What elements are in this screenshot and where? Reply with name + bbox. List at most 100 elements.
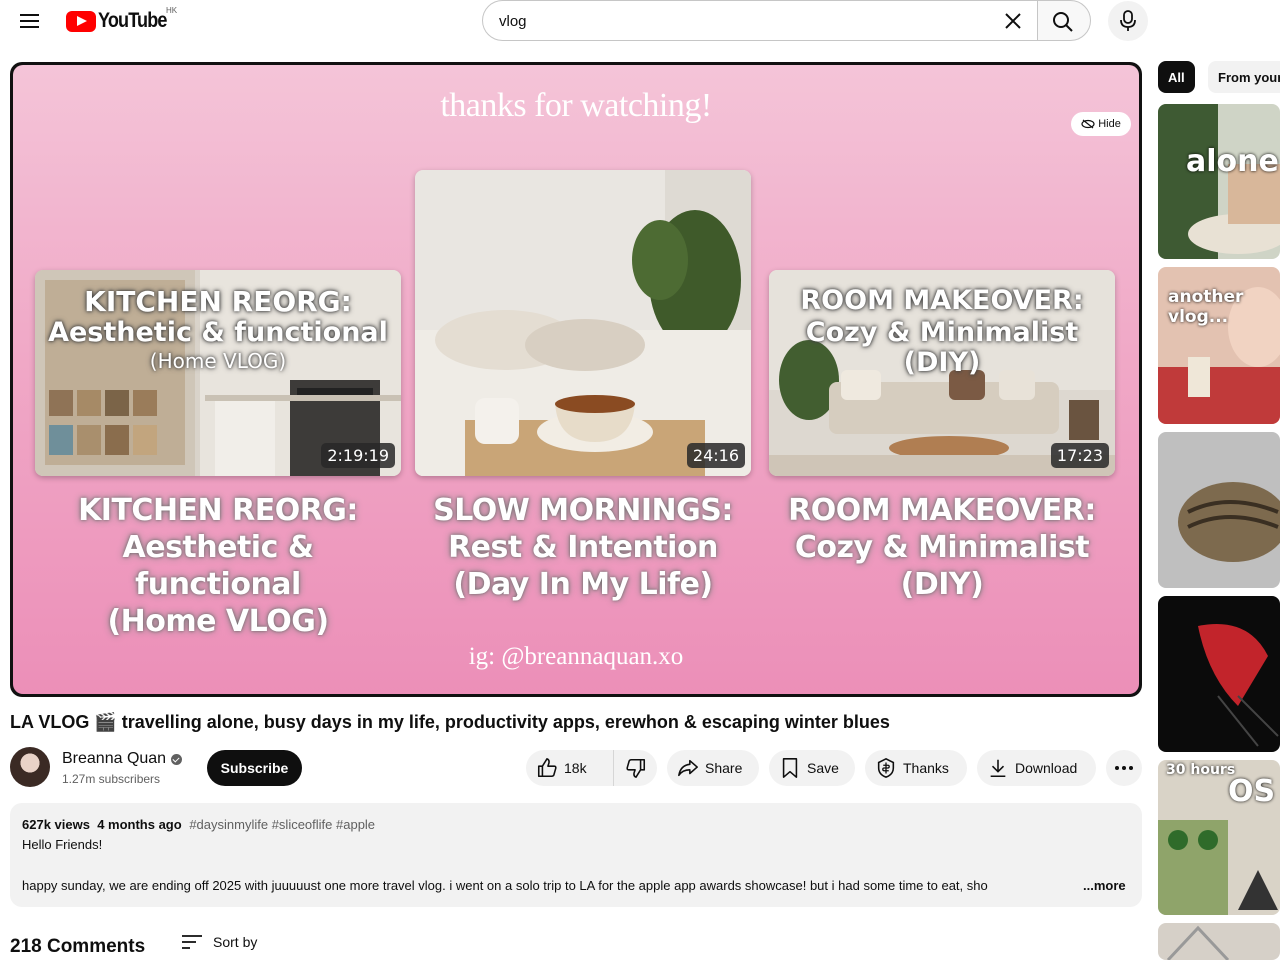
video-title: LA VLOG 🎬 travelling alone, busy days in…	[10, 712, 890, 732]
description-line-2: happy sunday, we are ending off 2025 wit…	[22, 878, 988, 893]
top-bar: YouTube HK	[0, 0, 1280, 42]
caption-line-2: Rest & Intention	[448, 530, 718, 565]
eye-off-icon	[1081, 119, 1095, 129]
thanks-button[interactable]: Thanks	[865, 750, 967, 786]
like-count: 18k	[564, 760, 587, 776]
sort-by-label: Sort by	[213, 934, 258, 950]
rec-thumbnail	[1158, 596, 1280, 752]
rec-thumbnail	[1158, 923, 1280, 960]
thumb-text-line-1: ROOM MAKEOVER:	[800, 285, 1084, 316]
caption-line-2: Cozy & Minimalist	[794, 530, 1090, 565]
download-icon	[990, 759, 1006, 778]
share-button[interactable]: Share	[667, 750, 759, 786]
thumb-text-line-2: Aesthetic & functional	[48, 317, 388, 348]
thumb-text-line-3: (Home VLOG)	[149, 349, 287, 373]
bookmark-icon	[782, 758, 798, 778]
avatar[interactable]	[10, 747, 50, 787]
rec-overlay-text: 30 hours	[1166, 762, 1236, 778]
end-screen: thanks for watching! Hide KITCHEN REORG:…	[13, 65, 1139, 694]
end-card-room-makeover[interactable]: ROOM MAKEOVER: Cozy & Minimalist (DIY) 1…	[769, 270, 1115, 605]
thanks-label: Thanks	[903, 760, 949, 776]
card-thumbnail: ROOM MAKEOVER: Cozy & Minimalist (DIY) 1…	[769, 270, 1115, 476]
thumb-text-line-2: Cozy & Minimalist (DIY)	[805, 317, 1079, 379]
channel-name[interactable]: Breanna Quan	[62, 750, 166, 768]
end-card-kitchen[interactable]: KITCHEN REORG: Aesthetic & functional (H…	[35, 270, 401, 639]
recommended-video-1[interactable]: alone	[1158, 104, 1280, 259]
recommended-video-3[interactable]	[1158, 432, 1280, 588]
voice-search-button[interactable]	[1108, 1, 1148, 41]
hide-end-screen-button[interactable]: Hide	[1071, 112, 1131, 136]
search-box	[482, 0, 1039, 41]
filter-chips: All From your search	[1158, 61, 1280, 93]
download-button[interactable]: Download	[977, 750, 1096, 786]
save-button[interactable]: Save	[769, 750, 855, 786]
search-button[interactable]	[1037, 0, 1091, 41]
card-caption: ROOM MAKEOVER: Cozy & Minimalist (DIY)	[769, 492, 1115, 603]
thumb-text-line-1: KITCHEN REORG:	[84, 285, 352, 318]
like-button[interactable]: 18k	[526, 750, 614, 786]
channel-link[interactable]: Breanna Quan	[62, 750, 183, 768]
download-label: Download	[1015, 760, 1078, 776]
rec-overlay-text-2: OS	[1228, 774, 1276, 809]
youtube-logo[interactable]: YouTube	[66, 9, 178, 33]
hamburger-menu-icon[interactable]	[16, 8, 44, 34]
hide-label: Hide	[1098, 118, 1121, 130]
caption-line-1: ROOM MAKEOVER:	[788, 493, 1096, 528]
end-screen-title: thanks for watching!	[440, 87, 712, 124]
logo-text: YouTube	[98, 9, 167, 32]
rec-overlay-text: alone	[1186, 144, 1279, 179]
duration-badge: 24:16	[686, 443, 745, 468]
rec-thumbnail	[1158, 432, 1280, 588]
youtube-play-icon	[66, 10, 96, 32]
region-code: HK	[166, 6, 178, 15]
more-actions-button[interactable]	[1106, 750, 1142, 786]
search-icon	[1053, 12, 1073, 32]
card-caption: SLOW MORNINGS: Rest & Intention (Day In …	[415, 492, 751, 603]
description-box[interactable]: 627k views 4 months ago #daysinmylife #s…	[10, 803, 1142, 907]
thumbs-up-icon	[537, 758, 557, 778]
super-thanks-icon	[877, 757, 895, 778]
hashtags[interactable]: #daysinmylife #sliceoflife #apple	[189, 817, 375, 832]
thumbs-down-icon	[625, 758, 645, 778]
sort-icon	[182, 935, 202, 949]
video-player[interactable]: thanks for watching! Hide KITCHEN REORG:…	[10, 62, 1142, 697]
search-input[interactable]	[499, 11, 979, 31]
dislike-button[interactable]	[614, 750, 657, 786]
microphone-icon	[1120, 10, 1136, 31]
show-more-link[interactable]: ...more	[1081, 878, 1126, 893]
close-icon[interactable]	[1001, 9, 1025, 33]
description-line-1: Hello Friends!	[22, 837, 103, 852]
verified-badge-icon	[171, 753, 183, 765]
save-label: Save	[807, 760, 839, 776]
rec-overlay-text: another vlog...	[1168, 287, 1244, 327]
duration-badge: 2:19:19	[321, 443, 395, 468]
rec-thumbnail	[1158, 104, 1280, 259]
duration-badge: 17:23	[1050, 443, 1109, 468]
caption-line-3: (DIY)	[900, 567, 984, 602]
chip-all[interactable]: All	[1158, 61, 1195, 93]
recommended-video-4[interactable]	[1158, 596, 1280, 752]
share-label: Share	[705, 760, 743, 776]
end-card-slow-mornings[interactable]: 24:16 SLOW MORNINGS: Rest & Intention (D…	[415, 170, 751, 605]
recommended-video-5[interactable]: 30 hours OS	[1158, 760, 1280, 915]
card-thumbnail: 24:16	[415, 170, 751, 476]
caption-line-1: SLOW MORNINGS:	[433, 493, 733, 528]
chip-from-your-search[interactable]: From your search	[1208, 61, 1280, 93]
subscriber-count: 1.27m subscribers	[62, 772, 161, 786]
bedroom-thumbnail-image	[415, 170, 751, 476]
card-caption: KITCHEN REORG: Aesthetic & functional (H…	[35, 492, 401, 640]
caption-line-3: (Day In My Life)	[453, 567, 713, 602]
caption-line-2: Aesthetic & functional	[122, 530, 314, 602]
recommended-video-6[interactable]	[1158, 923, 1280, 960]
caption-line-1: KITCHEN REORG:	[78, 493, 358, 528]
subscribe-button[interactable]: Subscribe	[207, 750, 302, 786]
view-count: 627k views	[22, 817, 90, 832]
recommended-video-2[interactable]: another vlog...	[1158, 267, 1280, 424]
end-screen-footer: ig: @breannaquan.xo	[468, 643, 684, 670]
card-thumbnail: KITCHEN REORG: Aesthetic & functional (H…	[35, 270, 401, 476]
like-dislike-group: 18k	[526, 750, 657, 786]
share-icon	[678, 759, 698, 777]
description-meta: 627k views 4 months ago #daysinmylife #s…	[22, 817, 375, 832]
sort-by-button[interactable]: Sort by	[181, 934, 257, 950]
comments-count: 218 Comments	[10, 936, 146, 957]
